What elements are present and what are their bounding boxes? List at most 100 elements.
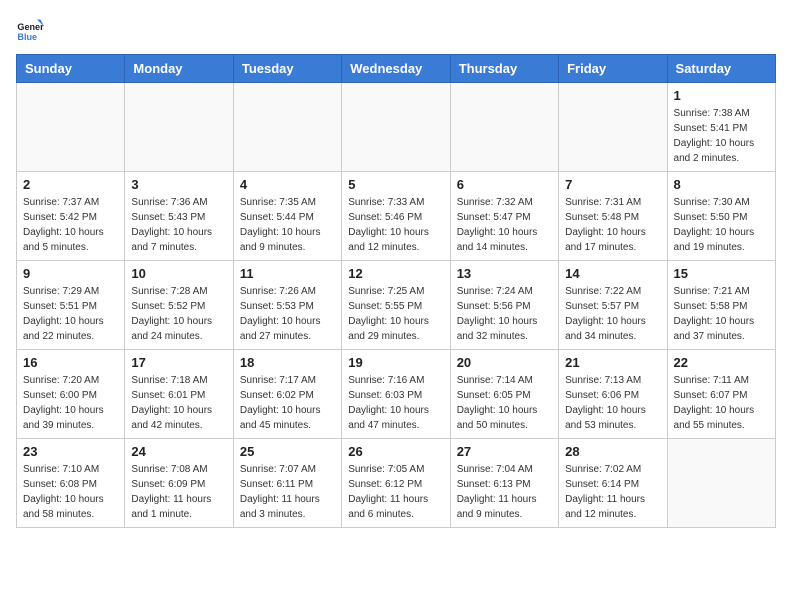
day-number: 7 [565,177,660,192]
week-row-5: 23 Sunrise: 7:10 AM Sunset: 6:08 PM Dayli… [17,439,776,528]
day-info: Sunrise: 7:29 AM Sunset: 5:51 PM Dayligh… [23,284,118,344]
header-saturday: Saturday [667,55,775,83]
day-info: Sunrise: 7:22 AM Sunset: 5:57 PM Dayligh… [565,284,660,344]
day-info: Sunrise: 7:13 AM Sunset: 6:06 PM Dayligh… [565,373,660,433]
logo-icon: General Blue [16,16,44,44]
day-number: 17 [131,355,226,370]
day-number: 15 [674,266,769,281]
day-number: 3 [131,177,226,192]
day-cell [342,83,450,172]
day-info: Sunrise: 7:16 AM Sunset: 6:03 PM Dayligh… [348,373,443,433]
day-number: 9 [23,266,118,281]
day-number: 14 [565,266,660,281]
day-cell: 24 Sunrise: 7:08 AM Sunset: 6:09 PM Dayli… [125,439,233,528]
day-cell: 13 Sunrise: 7:24 AM Sunset: 5:56 PM Dayli… [450,261,558,350]
header-wednesday: Wednesday [342,55,450,83]
page-header: General Blue [16,16,776,44]
day-cell [667,439,775,528]
day-cell: 16 Sunrise: 7:20 AM Sunset: 6:00 PM Dayli… [17,350,125,439]
day-cell: 5 Sunrise: 7:33 AM Sunset: 5:46 PM Daylig… [342,172,450,261]
day-info: Sunrise: 7:25 AM Sunset: 5:55 PM Dayligh… [348,284,443,344]
day-cell: 9 Sunrise: 7:29 AM Sunset: 5:51 PM Daylig… [17,261,125,350]
day-info: Sunrise: 7:11 AM Sunset: 6:07 PM Dayligh… [674,373,769,433]
day-info: Sunrise: 7:02 AM Sunset: 6:14 PM Dayligh… [565,462,660,522]
day-cell: 11 Sunrise: 7:26 AM Sunset: 5:53 PM Dayli… [233,261,341,350]
day-info: Sunrise: 7:37 AM Sunset: 5:42 PM Dayligh… [23,195,118,255]
day-cell: 1 Sunrise: 7:38 AM Sunset: 5:41 PM Daylig… [667,83,775,172]
header-tuesday: Tuesday [233,55,341,83]
day-info: Sunrise: 7:33 AM Sunset: 5:46 PM Dayligh… [348,195,443,255]
day-number: 4 [240,177,335,192]
logo: General Blue [16,16,48,44]
week-row-3: 9 Sunrise: 7:29 AM Sunset: 5:51 PM Daylig… [17,261,776,350]
day-number: 27 [457,444,552,459]
day-info: Sunrise: 7:26 AM Sunset: 5:53 PM Dayligh… [240,284,335,344]
days-header-row: SundayMondayTuesdayWednesdayThursdayFrid… [17,55,776,83]
day-number: 13 [457,266,552,281]
day-number: 24 [131,444,226,459]
day-number: 5 [348,177,443,192]
day-cell: 14 Sunrise: 7:22 AM Sunset: 5:57 PM Dayli… [559,261,667,350]
day-cell: 12 Sunrise: 7:25 AM Sunset: 5:55 PM Dayli… [342,261,450,350]
day-number: 28 [565,444,660,459]
day-info: Sunrise: 7:35 AM Sunset: 5:44 PM Dayligh… [240,195,335,255]
day-cell [450,83,558,172]
svg-text:General: General [17,22,44,32]
day-info: Sunrise: 7:38 AM Sunset: 5:41 PM Dayligh… [674,106,769,166]
day-info: Sunrise: 7:24 AM Sunset: 5:56 PM Dayligh… [457,284,552,344]
day-cell: 26Sunrise: 7:05 AM Sunset: 6:12 PM Dayli… [342,439,450,528]
day-cell: 28 Sunrise: 7:02 AM Sunset: 6:14 PM Dayli… [559,439,667,528]
day-info: Sunrise: 7:07 AM Sunset: 6:11 PM Dayligh… [240,462,335,522]
day-number: 21 [565,355,660,370]
day-cell [125,83,233,172]
day-cell [559,83,667,172]
week-row-4: 16 Sunrise: 7:20 AM Sunset: 6:00 PM Dayli… [17,350,776,439]
day-info: Sunrise: 7:10 AM Sunset: 6:08 PM Dayligh… [23,462,118,522]
day-cell [17,83,125,172]
day-info: Sunrise: 7:21 AM Sunset: 5:58 PM Dayligh… [674,284,769,344]
day-number: 23 [23,444,118,459]
calendar-table: SundayMondayTuesdayWednesdayThursdayFrid… [16,54,776,528]
day-number: 20 [457,355,552,370]
day-info: Sunrise: 7:14 AM Sunset: 6:05 PM Dayligh… [457,373,552,433]
day-info: Sunrise: 7:05 AM Sunset: 6:12 PM Dayligh… [348,462,443,522]
day-number: 2 [23,177,118,192]
day-cell: 17 Sunrise: 7:18 AM Sunset: 6:01 PM Dayli… [125,350,233,439]
day-number: 22 [674,355,769,370]
day-cell: 25Sunrise: 7:07 AM Sunset: 6:11 PM Dayli… [233,439,341,528]
day-cell: 3 Sunrise: 7:36 AM Sunset: 5:43 PM Daylig… [125,172,233,261]
day-info: Sunrise: 7:04 AM Sunset: 6:13 PM Dayligh… [457,462,552,522]
header-thursday: Thursday [450,55,558,83]
svg-text:Blue: Blue [17,32,37,42]
day-cell: 15 Sunrise: 7:21 AM Sunset: 5:58 PM Dayli… [667,261,775,350]
day-cell: 22 Sunrise: 7:11 AM Sunset: 6:07 PM Dayli… [667,350,775,439]
day-number: 16 [23,355,118,370]
day-number: 12 [348,266,443,281]
day-cell: 19 Sunrise: 7:16 AM Sunset: 6:03 PM Dayli… [342,350,450,439]
day-info: Sunrise: 7:36 AM Sunset: 5:43 PM Dayligh… [131,195,226,255]
week-row-1: 1 Sunrise: 7:38 AM Sunset: 5:41 PM Daylig… [17,83,776,172]
day-number: 6 [457,177,552,192]
day-number: 8 [674,177,769,192]
day-number: 10 [131,266,226,281]
day-number: 18 [240,355,335,370]
day-number: 1 [674,88,769,103]
day-info: Sunrise: 7:08 AM Sunset: 6:09 PM Dayligh… [131,462,226,522]
header-sunday: Sunday [17,55,125,83]
day-cell: 7 Sunrise: 7:31 AM Sunset: 5:48 PM Daylig… [559,172,667,261]
day-info: Sunrise: 7:18 AM Sunset: 6:01 PM Dayligh… [131,373,226,433]
day-info: Sunrise: 7:20 AM Sunset: 6:00 PM Dayligh… [23,373,118,433]
day-cell: 27 Sunrise: 7:04 AM Sunset: 6:13 PM Dayli… [450,439,558,528]
day-cell: 4 Sunrise: 7:35 AM Sunset: 5:44 PM Daylig… [233,172,341,261]
day-cell: 20 Sunrise: 7:14 AM Sunset: 6:05 PM Dayli… [450,350,558,439]
day-cell: 21 Sunrise: 7:13 AM Sunset: 6:06 PM Dayli… [559,350,667,439]
day-number: 19 [348,355,443,370]
day-info: Sunrise: 7:30 AM Sunset: 5:50 PM Dayligh… [674,195,769,255]
day-info: Sunrise: 7:31 AM Sunset: 5:48 PM Dayligh… [565,195,660,255]
day-number: 11 [240,266,335,281]
day-cell: 6Sunrise: 7:32 AM Sunset: 5:47 PM Daylig… [450,172,558,261]
day-cell [233,83,341,172]
header-friday: Friday [559,55,667,83]
header-monday: Monday [125,55,233,83]
day-cell: 18Sunrise: 7:17 AM Sunset: 6:02 PM Dayli… [233,350,341,439]
